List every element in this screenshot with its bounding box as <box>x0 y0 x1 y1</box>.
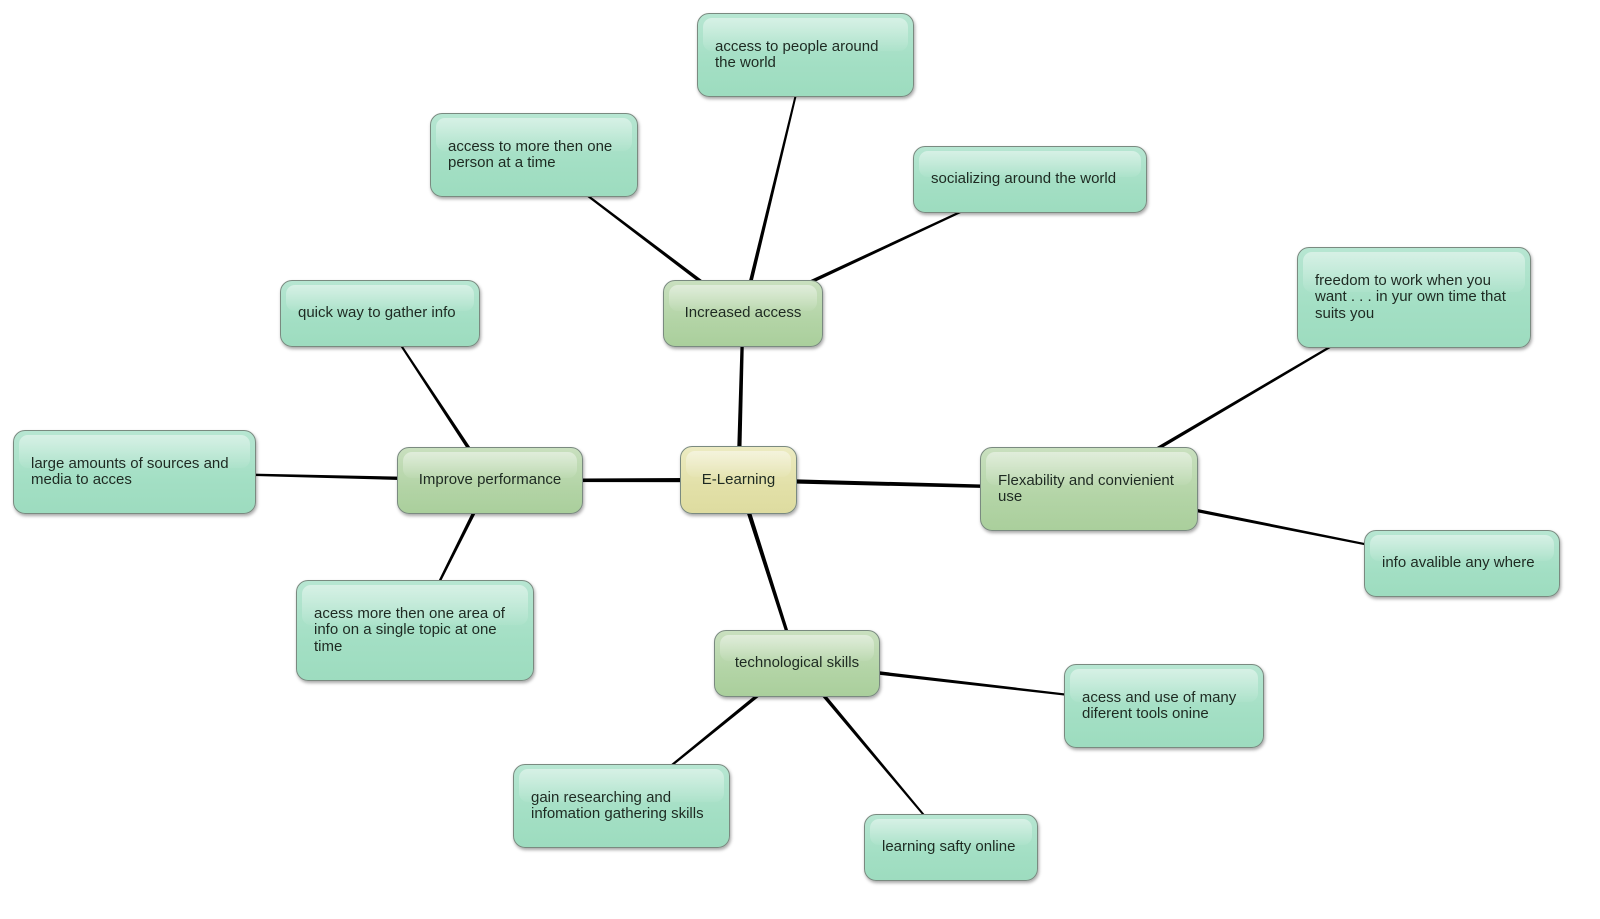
node-label: freedom to work when you want . . . in y… <box>1315 271 1506 322</box>
leaf-node-socializing[interactable]: socializing around the world <box>913 146 1147 213</box>
node-label: access to more then one person at a time <box>448 137 613 171</box>
leaf-node-quick-gather[interactable]: quick way to gather info <box>280 280 480 347</box>
branch-node-increased-access[interactable]: Increased access <box>663 280 823 347</box>
node-label: gain researching and infomation gatherin… <box>531 788 704 822</box>
node-label: Flexability and convienient use <box>998 471 1174 505</box>
node-label: E-Learning <box>701 470 776 488</box>
node-label: quick way to gather info <box>298 304 456 322</box>
node-label: info avalible any where <box>1382 554 1535 572</box>
node-label: technological skills <box>734 654 860 672</box>
node-label: acess and use of many diferent tools oni… <box>1082 688 1237 722</box>
leaf-node-tools-online[interactable]: acess and use of many diferent tools oni… <box>1064 664 1264 748</box>
leaf-node-access-more-people[interactable]: access to more then one person at a time <box>430 113 638 197</box>
node-label: Improve performance <box>418 471 562 489</box>
leaf-node-large-sources[interactable]: large amounts of sources and media to ac… <box>13 430 256 514</box>
node-label: socializing around the world <box>931 170 1117 188</box>
node-label: large amounts of sources and media to ac… <box>31 454 229 488</box>
branch-node-technological-skills[interactable]: technological skills <box>714 630 880 697</box>
node-label: learning safty online <box>882 838 1016 856</box>
leaf-node-freedom[interactable]: freedom to work when you want . . . in y… <box>1297 247 1531 348</box>
leaf-node-safety-online[interactable]: learning safty online <box>864 814 1038 881</box>
node-label: access to people around the world <box>715 37 879 71</box>
node-label: acess more then one area of info on a si… <box>314 604 505 655</box>
branch-node-flexibility[interactable]: Flexability and convienient use <box>980 447 1198 531</box>
branch-node-improve-performance[interactable]: Improve performance <box>397 447 583 514</box>
root-node-e-learning[interactable]: E-Learning <box>680 446 797 514</box>
node-label: Increased access <box>684 304 802 322</box>
leaf-node-info-available[interactable]: info avalible any where <box>1364 530 1560 597</box>
leaf-node-access-people[interactable]: access to people around the world <box>697 13 914 97</box>
leaf-node-research-skills[interactable]: gain researching and infomation gatherin… <box>513 764 730 848</box>
leaf-node-multiple-areas[interactable]: acess more then one area of info on a si… <box>296 580 534 681</box>
